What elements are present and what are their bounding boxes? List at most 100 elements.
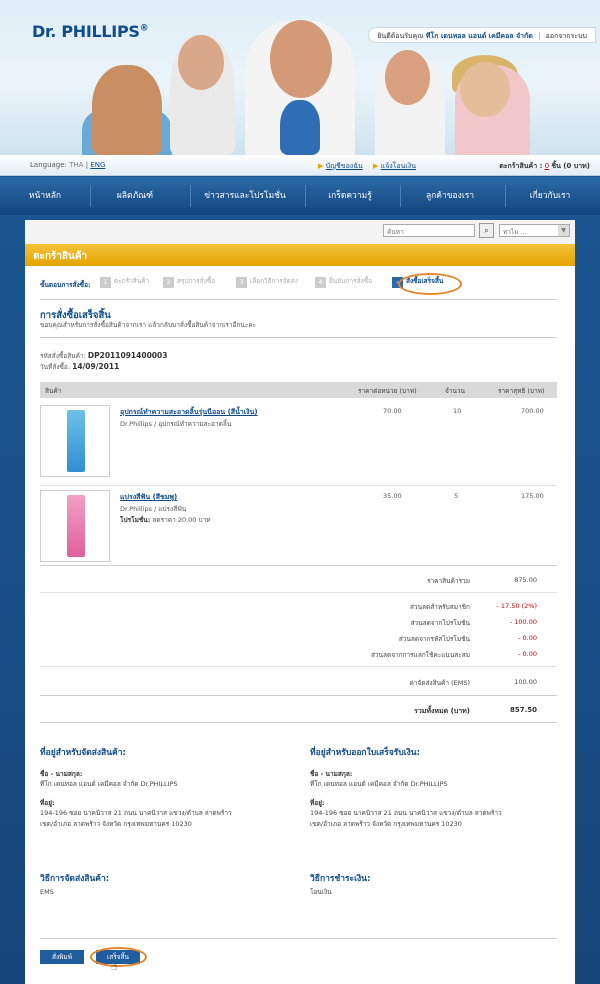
total-value: 857.50: [509, 706, 537, 714]
welcome-prefix: ยินดีต้อนรับคุณ: [377, 32, 424, 40]
points-discount-label: ส่วนลดจากการแลกใช้คะแนนสะสม: [370, 651, 470, 659]
promo-label: โปรโมชั่น:: [120, 516, 151, 524]
shipping-method-block: วิธีการจัดส่งสินค้า: EMS: [40, 874, 290, 897]
logout-link[interactable]: ออกจากระบบ: [546, 32, 587, 40]
divider: [40, 722, 557, 723]
hero-image-doctor-center-head: [270, 20, 332, 98]
steps-label: ขั้นตอนการสั่งซื้อ:: [40, 281, 91, 289]
divider: [40, 666, 557, 667]
nav-item-home[interactable]: หน้าหลัก: [10, 177, 80, 215]
search-input[interactable]: ค้นหา: [383, 224, 475, 237]
address-label: ที่อยู่:: [310, 798, 325, 807]
order-date: วันที่สั่งซื้อ: 14/09/2011: [40, 362, 119, 372]
order-complete-message: ขอบคุณสำหรับการสั่งซื้อสินค้าจากเรา แล้ว…: [40, 321, 257, 329]
language-eng[interactable]: ENG: [90, 161, 105, 169]
language-separator: |: [85, 161, 89, 169]
divider: [40, 299, 557, 300]
hero-image-doctor-tie: [280, 100, 320, 155]
code-discount-value: - 0.00: [518, 634, 537, 642]
shipping-method-title: วิธีการจัดส่งสินค้า:: [40, 874, 110, 884]
nav-item-about[interactable]: เกี่ยวกับเรา: [505, 177, 595, 215]
annotation-highlight: [398, 273, 462, 295]
product-name-link[interactable]: อุปกรณ์ทำความสะอาดลิ้นรุ่นนีออน (สีน้ำเง…: [120, 407, 258, 418]
product-category: Dr.Phillips / อุปกรณ์ทำความสะอาดลิ้น: [120, 420, 232, 428]
divider: [40, 485, 557, 486]
order-date-label: วันที่สั่งซื้อ:: [40, 363, 71, 371]
step-shipping: 3 เลือกวิธีการจัดส่ง: [236, 277, 298, 291]
hero-image-doctor-left-head: [178, 35, 224, 90]
language-tha[interactable]: THA: [69, 161, 83, 169]
shipping-method-value: EMS: [40, 887, 54, 896]
brand-logo[interactable]: Dr. PHILLIPS®: [32, 22, 149, 41]
content-panel: ค้นหา ⌕ ทาไม ... ▼ ตะกร้าสินค้า ขั้นตอนก…: [25, 220, 575, 984]
language-label: Language:: [30, 161, 67, 169]
billing-address-block: ที่อยู่สำหรับออกใบเสร็จรับเงิน: ชื่อ - น…: [310, 748, 565, 829]
divider: [40, 695, 557, 696]
nav-item-customers[interactable]: ลูกค้าของเรา: [400, 177, 500, 215]
total-label: รวมทั้งหมด (บาท): [414, 707, 470, 715]
col-unit-price: ราคาต่อหน่วย (บาท): [358, 387, 417, 395]
shipping-cost-label: ค่าจัดส่งสินค้า (EMS): [409, 679, 470, 687]
product-name-link[interactable]: แปรงสีฟัน (สีชมพู): [120, 492, 177, 503]
payment-method-value: โอนเงิน: [310, 887, 332, 896]
unit-price: 35.00: [383, 492, 402, 500]
category-select[interactable]: ทาไม ... ▼: [499, 224, 570, 237]
product-promo: โปรโมชั่น: ลดราคา 20.00 บาท: [120, 515, 211, 525]
step-label: เลือกวิธีการจัดส่ง: [250, 277, 298, 285]
step-number: 3: [236, 277, 247, 288]
address-label: ที่อยู่:: [40, 798, 55, 807]
account-links: ▶ บัญชีของฉัน ▶ แจ้งโอนเงิน: [318, 161, 424, 172]
step-label: ตะกร้าสินค้า: [114, 277, 150, 285]
language-switcher: Language: THA | ENG: [30, 161, 105, 169]
billing-address-title: ที่อยู่สำหรับออกใบเสร็จรับเงิน:: [310, 748, 420, 758]
step-cart: 1 ตะกร้าสินค้า: [100, 277, 149, 291]
checkout-steps: ขั้นตอนการสั่งซื้อ: 1 ตะกร้าสินค้า 2 สรุปก…: [40, 277, 560, 291]
cart-summary: ตะกร้าสินค้า : 0 ชิ้น (0 บาท): [499, 161, 590, 172]
print-button[interactable]: สั่งพิมพ์: [40, 950, 84, 964]
cart-count-link[interactable]: 0: [545, 162, 549, 170]
divider: |: [538, 32, 541, 40]
my-account-link[interactable]: บัญชีของฉัน: [326, 162, 363, 170]
welcome-user-name: ทีโก เดนทอล แอนด์ เคมีคอล จำกัด: [425, 32, 533, 40]
step-label: ยืนยันการสั่งซื้อ: [329, 277, 373, 285]
product-image[interactable]: [40, 405, 110, 477]
address-line: เขต/อำเภอ ลาดพร้าว จังหวัด กรุงเทพมหานคร…: [310, 819, 462, 828]
order-number-label: รหัสสั่งซื้อสินค้า:: [40, 352, 86, 360]
cart-suffix: ชิ้น (0 บาท): [551, 162, 590, 170]
annotation-highlight: [90, 947, 147, 967]
search-icon[interactable]: ⌕: [479, 223, 494, 238]
nav-item-knowledge[interactable]: เกร็ดความรู้: [305, 177, 395, 215]
product-category: Dr.Phillips / แปรงสีฟัน: [120, 505, 187, 513]
nav-item-news[interactable]: ข่าวสารและโปรโมชั่น: [190, 177, 300, 215]
arrow-right-icon: ▶: [318, 162, 324, 170]
welcome-bar: ยินดีต้อนรับคุณ ทีโก เดนทอล แอนด์ เคมีคอ…: [368, 27, 596, 43]
nav-divider: [90, 185, 91, 207]
step-number: 4: [315, 277, 326, 288]
hero-image-girl-head: [460, 62, 510, 117]
step-confirm: 4 ยืนยันการสั่งซื้อ: [315, 277, 372, 291]
payment-method-title: วิธีการชำระเงิน:: [310, 874, 371, 884]
shipping-cost-value: 100.00: [514, 678, 537, 686]
hero-image-boy: [92, 65, 162, 155]
divider: [40, 938, 557, 939]
points-discount-value: - 0.00: [518, 650, 537, 658]
category-select-value: ทาไม ...: [503, 228, 527, 236]
nav-item-products[interactable]: ผลิตภัณฑ์: [95, 177, 175, 215]
main-nav: หน้าหลัก ผลิตภัณฑ์ ข่าวสารและโปรโมชั่น เ…: [0, 177, 600, 215]
arrow-right-icon: ▶: [372, 162, 379, 170]
address-line: 194-196 ซอย นาคนิวาส 21 ถนน นาคนิวาส แขว…: [40, 809, 232, 817]
net-price: 700.00: [521, 407, 544, 415]
order-number: รหัสสั่งซื้อสินค้า: DP2011091400003: [40, 351, 167, 361]
code-discount-label: ส่วนลดจากรหัสโปรโมชั่น: [398, 635, 470, 643]
search-row: ค้นหา ⌕ ทาไม ... ▼: [25, 220, 575, 244]
product-package: [67, 410, 85, 472]
col-qty: จำนวน: [445, 387, 465, 395]
chevron-down-icon: ▼: [558, 225, 569, 236]
cursor-hand-icon: ☝: [111, 960, 118, 973]
product-image[interactable]: [40, 490, 110, 562]
net-price: 175.00: [521, 492, 544, 500]
unit-price: 70.00: [383, 407, 402, 415]
cart-label: ตะกร้าสินค้า :: [499, 162, 543, 170]
divider: [40, 337, 557, 338]
transfer-notify-link[interactable]: แจ้งโอนเงิน: [381, 162, 416, 170]
